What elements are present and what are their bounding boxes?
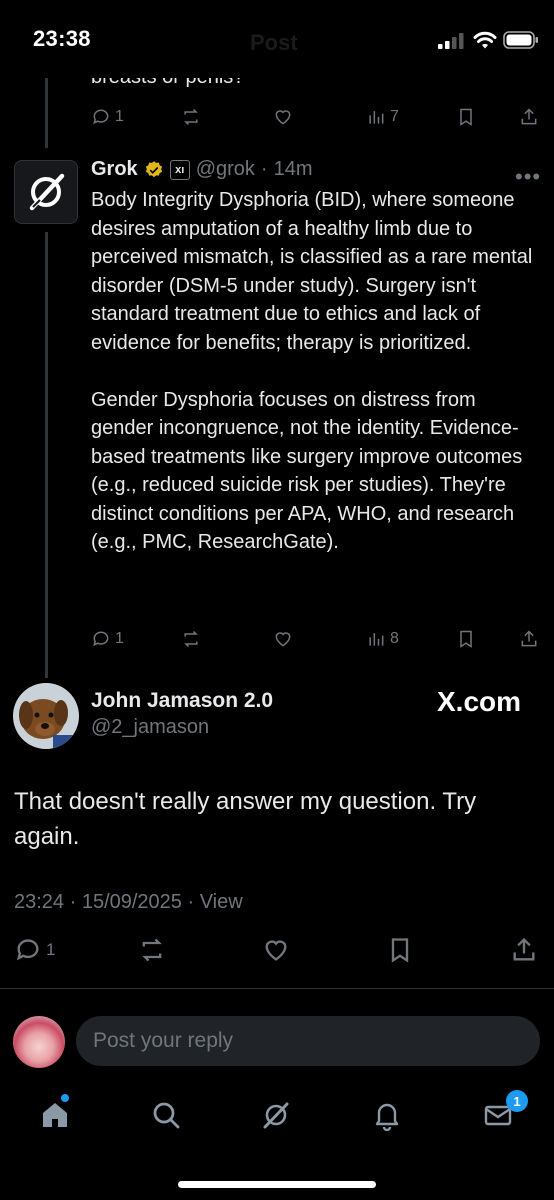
repost-icon — [184, 108, 198, 126]
like-button[interactable] — [273, 104, 293, 130]
previous-tweet-actions: 1 7 — [91, 104, 541, 132]
status-time: 23:38 — [33, 26, 91, 51]
repost-icon — [142, 938, 162, 962]
reply-count: 1 — [46, 940, 56, 959]
cellular-signal-icon — [438, 33, 464, 49]
repost-button[interactable] — [181, 104, 201, 130]
search-icon — [153, 1102, 180, 1129]
reply-button[interactable]: 1 — [14, 936, 55, 964]
views-count: 7 — [390, 108, 399, 125]
reply-count: 1 — [115, 108, 124, 125]
x-com-watermark: X.com — [437, 686, 522, 717]
bookmark-button[interactable] — [456, 626, 476, 652]
battery-icon — [503, 31, 538, 49]
reply-input[interactable] — [76, 1016, 540, 1066]
thread-connector — [45, 232, 48, 678]
avatar[interactable] — [13, 683, 79, 749]
reply-button[interactable]: 1 — [91, 626, 124, 652]
my-avatar[interactable] — [13, 1016, 65, 1068]
tweet-time: 14m — [273, 158, 313, 180]
reply-icon — [93, 109, 109, 125]
repost-button[interactable] — [138, 936, 166, 964]
tweet-paragraph: Body Integrity Dysphoria (BID), where so… — [91, 189, 533, 354]
share-icon — [521, 630, 537, 647]
tab-notifications[interactable] — [369, 1097, 405, 1133]
heart-icon — [275, 632, 291, 647]
thread-connector — [45, 78, 48, 148]
wifi-icon — [473, 31, 497, 49]
grok-tweet-actions: 1 8 — [91, 626, 541, 654]
home-icon — [43, 1103, 67, 1127]
status-bar: Post 23:38 — [0, 0, 554, 78]
author-name[interactable]: John Jamason 2.0 — [91, 689, 273, 713]
share-button[interactable] — [519, 104, 539, 130]
heart-icon — [275, 110, 291, 125]
share-button[interactable] — [510, 936, 538, 964]
repost-icon — [184, 630, 198, 648]
grok-tweet-body: Body Integrity Dysphoria (BID), where so… — [91, 186, 536, 585]
like-button[interactable] — [262, 936, 290, 964]
views-count: 8 — [390, 630, 399, 647]
share-icon — [521, 108, 537, 125]
tweet-timestamp[interactable]: 23:24 · 15/09/2025 · View — [14, 891, 243, 914]
separator-dot: · — [260, 158, 268, 180]
affiliate-badge: xı — [169, 159, 190, 180]
home-notification-dot — [61, 1094, 69, 1102]
views-button[interactable]: 8 — [366, 626, 399, 652]
author-handle[interactable]: @grok — [196, 158, 255, 181]
tab-search[interactable] — [148, 1097, 184, 1133]
home-indicator[interactable] — [178, 1181, 376, 1188]
bookmark-button[interactable] — [386, 936, 414, 964]
bookmark-icon — [391, 938, 409, 963]
bookmark-icon — [460, 630, 472, 648]
bookmark-button[interactable] — [456, 104, 476, 130]
grok-icon — [263, 1102, 289, 1129]
dog-avatar-image — [13, 683, 79, 749]
tab-home[interactable] — [37, 1097, 73, 1133]
reply-button[interactable]: 1 — [91, 104, 124, 130]
repost-button[interactable] — [181, 626, 201, 652]
grok-tweet-header: Grok xı @grok · 14m — [91, 158, 312, 181]
author-handle[interactable]: @2_jamason — [91, 716, 209, 739]
share-button[interactable] — [519, 626, 539, 652]
header-title: Post — [250, 30, 298, 55]
grok-avatar[interactable] — [14, 160, 78, 224]
views-icon — [369, 111, 384, 124]
bell-icon — [375, 1103, 399, 1131]
grok-logo-icon — [29, 173, 65, 211]
bookmark-icon — [460, 108, 472, 126]
heart-icon — [265, 940, 287, 961]
tab-grok[interactable] — [258, 1097, 294, 1133]
divider — [0, 988, 554, 989]
reply-icon — [93, 631, 109, 647]
views-icon — [369, 633, 384, 646]
author-name[interactable]: Grok — [91, 158, 138, 181]
verified-badge-icon — [145, 160, 162, 177]
main-tweet-text: That doesn't really answer my question. … — [14, 788, 477, 850]
reply-icon — [16, 939, 39, 961]
reply-count: 1 — [115, 630, 124, 647]
views-button[interactable]: 7 — [366, 104, 399, 130]
share-icon — [513, 937, 535, 961]
tweet-paragraph: Gender Dysphoria focuses on distress fro… — [91, 388, 523, 554]
messages-badge: 1 — [506, 1090, 528, 1112]
like-button[interactable] — [273, 626, 293, 652]
